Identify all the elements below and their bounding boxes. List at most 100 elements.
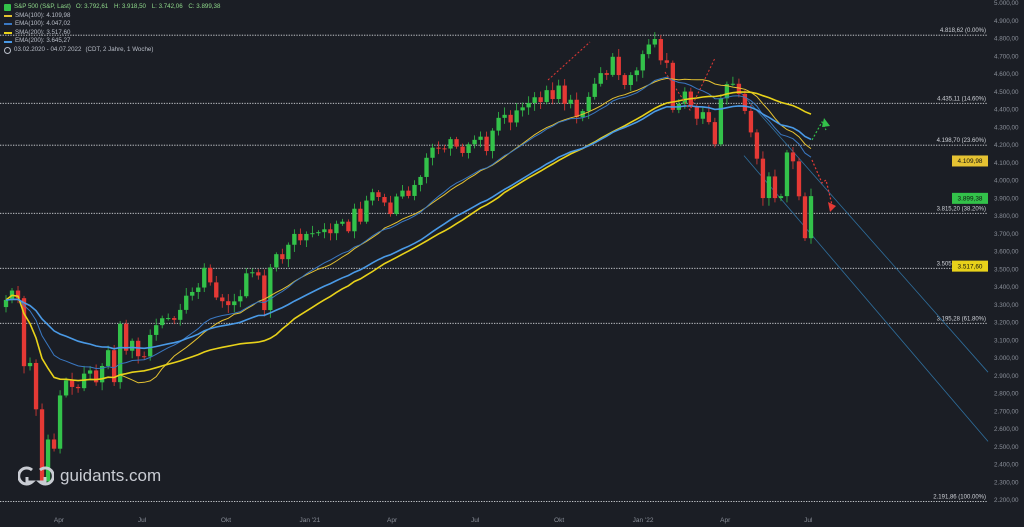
candle-body (232, 301, 237, 306)
candle-body (244, 273, 249, 297)
y-tick-label: 2.700,00 (994, 408, 1019, 415)
y-tick-label: 3.000,00 (994, 355, 1019, 362)
candle-body (250, 272, 255, 274)
candle-body (358, 208, 363, 222)
candle-body (652, 39, 657, 45)
candle-body (694, 106, 700, 119)
bear-scenario-arrow (811, 159, 833, 206)
ohlc-values: O: 3.792,61 H: 3.918,50 L: 3.742,06 C: 3… (76, 3, 225, 12)
y-tick-label: 4.200,00 (994, 142, 1019, 149)
sma200-swatch (4, 32, 12, 35)
candle-body (418, 176, 423, 185)
candle-body (328, 229, 333, 234)
candle-body (226, 301, 231, 306)
candle-body (802, 196, 808, 239)
candle-body (33, 362, 39, 410)
candle-body (27, 362, 33, 367)
candle-body (778, 196, 784, 199)
candle-body (178, 309, 183, 320)
candle-body (664, 60, 669, 63)
candle-body (496, 117, 501, 131)
chart-legend: S&P 500 (S&P, Last) O: 3.792,61 H: 3.918… (4, 3, 224, 55)
candle-body (310, 233, 315, 235)
x-tick-label: Okt (221, 517, 231, 524)
candle-body (766, 176, 772, 199)
candle-body (526, 102, 531, 108)
candle-body (514, 110, 519, 123)
ema100-name: EMA(100) (15, 20, 43, 28)
price-chart[interactable]: 5.000,00 4.900,00 4.800,00 4.700,00 4.600,00… (0, 0, 1024, 527)
y-tick-label: 4.500,00 (994, 89, 1019, 96)
candle-body (154, 325, 159, 335)
fib-level-label: 4.818,62 (0.00%) (940, 28, 986, 34)
candle-body (628, 75, 633, 86)
candle-body (436, 147, 441, 149)
candle-body (430, 147, 435, 158)
ema200-name: EMA(200) (15, 37, 43, 45)
candle-body (172, 318, 177, 320)
y-tick-label: 2.200,00 (994, 497, 1019, 504)
y-tick-label: 3.200,00 (994, 320, 1019, 327)
candle-body (298, 233, 303, 241)
instrument-icon (4, 3, 11, 11)
candle-body (574, 99, 579, 118)
y-tick-label: 4.100,00 (994, 160, 1019, 167)
candle-body (568, 99, 573, 104)
candle-body (370, 192, 375, 201)
candle-body (700, 112, 706, 119)
x-tick-label: Jan '22 (633, 517, 654, 524)
candle-body (616, 56, 621, 76)
fib-level-label: 2.191,86 (100.00%) (933, 494, 986, 500)
candle-body (754, 132, 760, 159)
ema200-line (5, 105, 812, 350)
price-tag-label: 3.899,38 (958, 196, 983, 203)
ohlc-open: O: 3.792,61 (75, 3, 109, 10)
fib-level-label: 4.435,11 (14.60%) (937, 96, 986, 102)
y-tick-label: 3.400,00 (994, 284, 1019, 291)
candle-body (184, 295, 189, 310)
y-tick-label: 4.900,00 (994, 18, 1019, 25)
candle-body (532, 97, 537, 103)
candle-body (784, 152, 790, 197)
candle-body (466, 144, 471, 153)
y-tick-label: 4.300,00 (994, 124, 1019, 131)
legend-sma200[interactable]: SMA(200): 3.517,60 (4, 29, 224, 38)
candle-body (69, 380, 75, 387)
candle-body (598, 73, 603, 84)
legend-ema100[interactable]: EMA(100): 4.047,02 (4, 20, 224, 29)
candle-body (406, 190, 411, 196)
candle-body (286, 244, 291, 260)
candle-body (93, 370, 99, 383)
y-tick-label: 3.100,00 (994, 337, 1019, 344)
candle-body (196, 287, 201, 292)
candle-body (142, 356, 147, 358)
candle-body (682, 91, 688, 104)
candle-body (454, 139, 459, 147)
ohlc-high: H: 3.918,50 (113, 3, 146, 10)
candle-body (562, 85, 567, 104)
candle-body (712, 122, 718, 145)
sma100-value: 4.109,98 (46, 11, 71, 19)
candle-body (340, 221, 345, 224)
legend-sma100[interactable]: SMA(100): 4.109,98 (4, 12, 224, 21)
candle-body (117, 323, 123, 383)
candle-body (3, 299, 9, 308)
candle-body (556, 85, 561, 100)
x-tick-label: Apr (387, 517, 398, 524)
candle-body (352, 208, 357, 232)
candle-body (610, 56, 615, 75)
x-tick-label: Apr (54, 517, 65, 524)
candle-body (520, 107, 525, 111)
sma200-name: SMA(200) (15, 28, 43, 36)
logo-text: guidants.com (60, 466, 162, 485)
legend-instrument-row: S&P 500 (S&P, Last) O: 3.792,61 H: 3.918… (4, 3, 224, 12)
legend-ema200[interactable]: EMA(200): 3.645,27 (4, 37, 224, 46)
candle-body (400, 190, 405, 197)
candle-body (442, 148, 447, 150)
ohlc-close: C: 3.899,38 (188, 3, 221, 10)
y-tick-label: 3.600,00 (994, 249, 1019, 256)
x-tick-label: Jul (471, 517, 480, 524)
candle-body (640, 54, 645, 71)
sma100-name: SMA(100) (15, 11, 43, 19)
candle-body (592, 83, 597, 97)
